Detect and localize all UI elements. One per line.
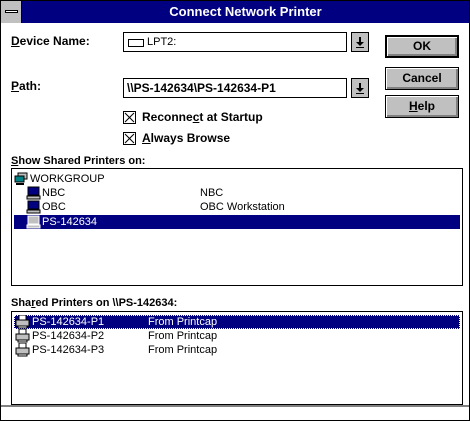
printer-icon [15, 343, 30, 357]
show-shared-printers-label: Show Shared Printers on: [11, 155, 146, 167]
tree-item-workgroup[interactable]: WORKGROUP [14, 172, 460, 186]
cancel-button[interactable]: Cancel [385, 67, 459, 90]
always-browse-checkbox[interactable] [123, 132, 136, 145]
tree-item-nbc[interactable]: NBC NBC [14, 186, 460, 200]
window-title: Connect Network Printer [169, 4, 322, 19]
printer-icon [15, 329, 30, 343]
device-name-combo[interactable]: LPT2: [123, 32, 347, 52]
path-dropdown-button[interactable] [351, 78, 369, 98]
reconnect-checkbox[interactable] [123, 111, 136, 124]
ok-button[interactable]: OK [385, 35, 459, 58]
tree-item-obc[interactable]: OBC OBC Workstation [14, 200, 460, 214]
help-button[interactable]: Help [385, 95, 459, 118]
computer-icon [26, 215, 41, 229]
checkbox-x-mark-icon [124, 112, 135, 123]
system-menu-icon [5, 10, 18, 13]
computer-icon [26, 200, 41, 214]
device-name-dropdown-button[interactable] [351, 32, 369, 52]
system-menu-button[interactable] [1, 1, 22, 23]
tree-item-ps-142634[interactable]: PS-142634 [14, 215, 460, 229]
device-name-label: Device Name: [11, 34, 90, 48]
checkbox-x-mark-icon [124, 133, 135, 144]
shared-printers-list[interactable]: PS-142634-P1 From Printcap PS-142634-P2 … [11, 311, 463, 405]
path-value: \\PS-142634\PS-142634-P1 [127, 81, 276, 95]
shared-printers-on-label: Shared Printers on \\PS-142634: [11, 297, 178, 309]
path-label: Path: [11, 79, 42, 93]
dropdown-arrow-icon [356, 83, 364, 94]
port-icon [128, 39, 144, 47]
title-bar: Connect Network Printer [1, 1, 469, 23]
dropdown-arrow-icon [356, 37, 364, 48]
device-name-value: LPT2: [147, 36, 177, 48]
path-combo[interactable]: \\PS-142634\PS-142634-P1 [123, 78, 347, 98]
computer-icon [26, 186, 41, 200]
network-tree-list[interactable]: WORKGROUP NBC NBC OBC OBC Workstation PS… [11, 168, 463, 286]
always-browse-label[interactable]: Always Browse [142, 131, 230, 145]
workgroup-icon [14, 172, 28, 185]
printer-item-p1[interactable]: PS-142634-P1 From Printcap [14, 315, 460, 329]
printer-item-p2[interactable]: PS-142634-P2 From Printcap [14, 329, 460, 343]
connect-network-printer-dialog: Connect Network Printer Device Name: LPT… [0, 0, 470, 421]
bottom-divider [1, 405, 469, 407]
reconnect-label[interactable]: Reconnect at Startup [142, 110, 263, 124]
printer-item-p3[interactable]: PS-142634-P3 From Printcap [14, 343, 460, 357]
printer-icon [15, 315, 30, 329]
